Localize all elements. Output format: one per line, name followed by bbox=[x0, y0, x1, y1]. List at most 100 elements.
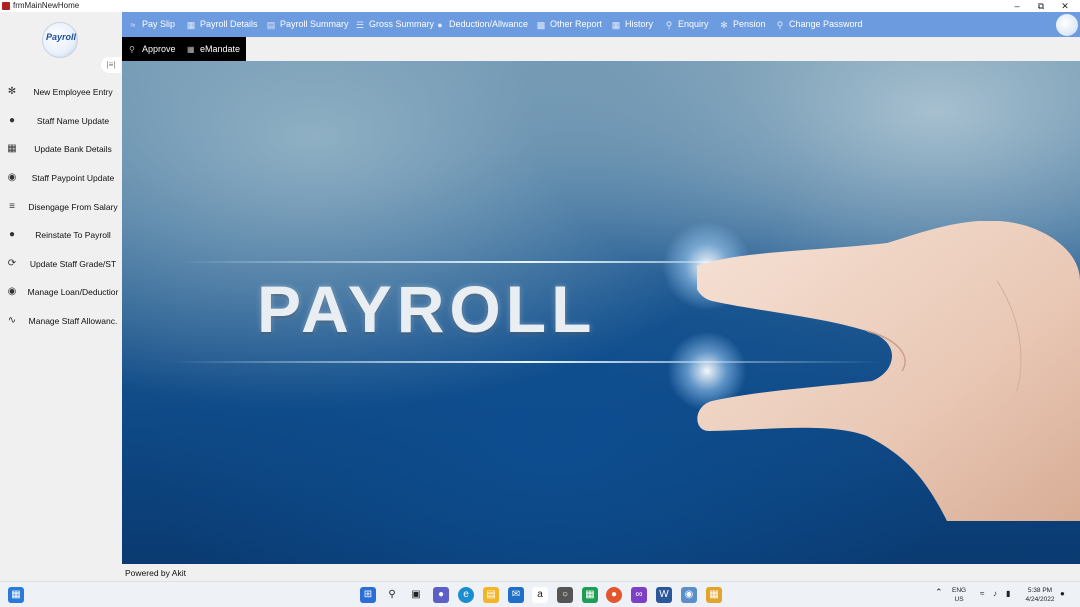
payroll-details-icon: ▦ bbox=[186, 20, 196, 30]
people-icon: ✻ bbox=[720, 20, 728, 30]
logo-text: Payroll bbox=[46, 32, 77, 42]
menu-label: Payroll Summary bbox=[280, 19, 349, 29]
list-icon: ☰ bbox=[355, 20, 365, 30]
disengage-icon: ≡ bbox=[9, 201, 15, 212]
menu-enquiry[interactable]: ⚲ Enquiry bbox=[664, 12, 709, 37]
language-label: ENG bbox=[952, 587, 967, 594]
language-indicator[interactable]: ENG US bbox=[952, 586, 966, 604]
menu-pay-slip[interactable]: ≈ Pay Slip bbox=[128, 12, 176, 37]
sidebar-item-label: Manage Loan/Deductior bbox=[27, 287, 119, 297]
app-icon[interactable]: ○ bbox=[557, 587, 573, 603]
minimize-icon[interactable]: – bbox=[1005, 0, 1029, 12]
restore-icon[interactable]: ⧉ bbox=[1029, 0, 1053, 12]
spreadsheet-icon[interactable]: ▦ bbox=[582, 587, 598, 603]
menu-history[interactable]: ▦ History bbox=[611, 12, 653, 37]
sidebar-item-staff-name-update[interactable]: ● Staff Name Update bbox=[0, 107, 122, 135]
submenu-emandate[interactable]: ▦ eMandate bbox=[187, 37, 240, 61]
search-icon: ⚲ bbox=[665, 20, 673, 30]
amazon-icon[interactable]: a bbox=[532, 587, 548, 603]
sidebar-item-disengage-from-salary[interactable]: ≡ Disengage From Salary bbox=[0, 193, 122, 221]
printer-icon: ▩ bbox=[536, 20, 546, 30]
document-icon: ▤ bbox=[266, 20, 276, 30]
menu-label: Pay Slip bbox=[142, 19, 176, 29]
bank-icon: ▦ bbox=[7, 143, 17, 154]
submenu-label: eMandate bbox=[200, 44, 241, 54]
sidebar-item-reinstate-to-payroll[interactable]: ● Reinstate To Payroll bbox=[0, 221, 122, 249]
clock[interactable]: 5:38 PM 4/24/2022 bbox=[1024, 586, 1056, 604]
word-icon[interactable]: W bbox=[656, 587, 672, 603]
battery-icon[interactable]: ▮ bbox=[1006, 589, 1010, 598]
key-icon: ⚲ bbox=[776, 20, 784, 30]
reinstate-icon: ● bbox=[8, 229, 16, 240]
chevron-up-icon[interactable]: ⌃ bbox=[935, 588, 943, 597]
search-icon[interactable]: ⚲ bbox=[384, 587, 400, 603]
sidebar-item-label: Manage Staff Allowanc. bbox=[28, 316, 118, 326]
hand-illustration bbox=[697, 221, 1080, 521]
firefox-icon[interactable]: ● bbox=[606, 587, 622, 603]
book-icon: ▦ bbox=[611, 20, 621, 30]
menu-label: Gross Summary bbox=[369, 19, 435, 29]
sidebar-item-update-staff-grade[interactable]: ⟳ Update Staff Grade/ST bbox=[0, 250, 122, 278]
top-menu-bar: ≈ Pay Slip ▦ Payroll Details ▤ Payroll Summ… bbox=[122, 12, 1080, 37]
menu-pension[interactable]: ✻ Pension bbox=[719, 12, 766, 37]
users-icon: ✻ bbox=[7, 86, 17, 97]
menu-label: Payroll Details bbox=[200, 19, 258, 29]
sidebar-item-label: Reinstate To Payroll bbox=[35, 230, 111, 240]
chat-icon[interactable]: ● bbox=[433, 587, 449, 603]
menu-other-report[interactable]: ▩ Other Report bbox=[536, 12, 602, 37]
user-avatar[interactable] bbox=[1056, 14, 1078, 36]
app-window: frmMainNewHome – ⧉ ✕ Payroll |≡| ✻ New E… bbox=[0, 0, 1080, 581]
sidebar-item-label: Update Bank Details bbox=[34, 144, 112, 154]
location-pin-icon: ◉ bbox=[7, 172, 17, 183]
sidebar-item-label: Disengage From Salary bbox=[28, 202, 118, 212]
loan-icon: ◉ bbox=[7, 286, 17, 297]
allowance-icon: ∿ bbox=[7, 315, 17, 326]
clock-date: 4/24/2022 bbox=[1025, 596, 1055, 603]
task-view-icon[interactable]: ▣ bbox=[408, 587, 424, 603]
edge-icon[interactable]: e bbox=[458, 587, 474, 603]
sidebar-item-label: Staff Paypoint Update bbox=[31, 173, 115, 183]
submenu-approve[interactable]: ⚲ Approve bbox=[129, 37, 176, 61]
minus-circle-icon: ● bbox=[437, 20, 443, 30]
menu-payroll-details[interactable]: ▦ Payroll Details bbox=[186, 12, 258, 37]
file-explorer-icon[interactable]: ▤ bbox=[483, 587, 499, 603]
sidebar-item-staff-paypoint-update[interactable]: ◉ Staff Paypoint Update bbox=[0, 164, 122, 192]
payroll-logo: Payroll bbox=[42, 22, 78, 58]
app-icon bbox=[2, 2, 10, 10]
menu-label: Deduction/Allwance bbox=[449, 19, 529, 29]
sidebar-item-manage-loan-deduction[interactable]: ◉ Manage Loan/Deductior bbox=[0, 278, 122, 306]
menu-payroll-summary[interactable]: ▤ Payroll Summary bbox=[266, 12, 349, 37]
menu-label: Change Password bbox=[789, 19, 863, 29]
status-bar: Powered by Akit bbox=[122, 564, 1080, 581]
sidebar-collapse-icon[interactable]: |≡| bbox=[101, 57, 121, 73]
sidebar: Payroll |≡| ✻ New Employee Entry ● Staff… bbox=[0, 12, 122, 568]
wifi-icon[interactable]: ≈ bbox=[980, 589, 984, 598]
window-title: frmMainNewHome bbox=[13, 1, 80, 10]
sub-menu-bar: ⚲ Approve ▦ eMandate bbox=[122, 37, 246, 61]
menu-deduction-allowance[interactable]: ● Deduction/Allwance bbox=[435, 12, 528, 37]
sidebar-item-new-employee-entry[interactable]: ✻ New Employee Entry bbox=[0, 78, 122, 106]
notification-icon[interactable]: ● bbox=[1060, 589, 1065, 598]
volume-icon[interactable]: ♪ bbox=[993, 589, 997, 598]
windows-taskbar: ▦ ⊞ ⚲ ▣ ● e ▤ ✉ a ○ ▦ ● ∞ W ◉ ▦ ⌃ ENG US… bbox=[0, 581, 1080, 607]
sidebar-item-manage-staff-allowance[interactable]: ∿ Manage Staff Allowanc. bbox=[0, 307, 122, 335]
visual-studio-icon[interactable]: ∞ bbox=[631, 587, 647, 603]
menu-label: History bbox=[625, 19, 654, 29]
app-icon[interactable]: ◉ bbox=[681, 587, 697, 603]
start-icon[interactable]: ⊞ bbox=[360, 587, 376, 603]
pay-slip-icon: ≈ bbox=[130, 20, 136, 30]
emandate-icon: ▦ bbox=[187, 45, 195, 54]
clock-time: 5:38 PM bbox=[1027, 587, 1053, 594]
menu-label: Other Report bbox=[550, 19, 603, 29]
sidebar-item-label: Update Staff Grade/ST bbox=[29, 259, 117, 269]
app-icon[interactable]: ▦ bbox=[706, 587, 722, 603]
mail-icon[interactable]: ✉ bbox=[508, 587, 524, 603]
sidebar-item-update-bank-details[interactable]: ▦ Update Bank Details bbox=[0, 135, 122, 163]
menu-change-password[interactable]: ⚲ Change Password bbox=[775, 12, 863, 37]
user-icon: ● bbox=[8, 115, 16, 126]
menu-label: Pension bbox=[733, 19, 766, 29]
menu-gross-summary[interactable]: ☰ Gross Summary bbox=[355, 12, 434, 37]
region-label: US bbox=[954, 596, 964, 603]
widgets-icon[interactable]: ▦ bbox=[8, 587, 24, 603]
close-icon[interactable]: ✕ bbox=[1053, 0, 1077, 12]
